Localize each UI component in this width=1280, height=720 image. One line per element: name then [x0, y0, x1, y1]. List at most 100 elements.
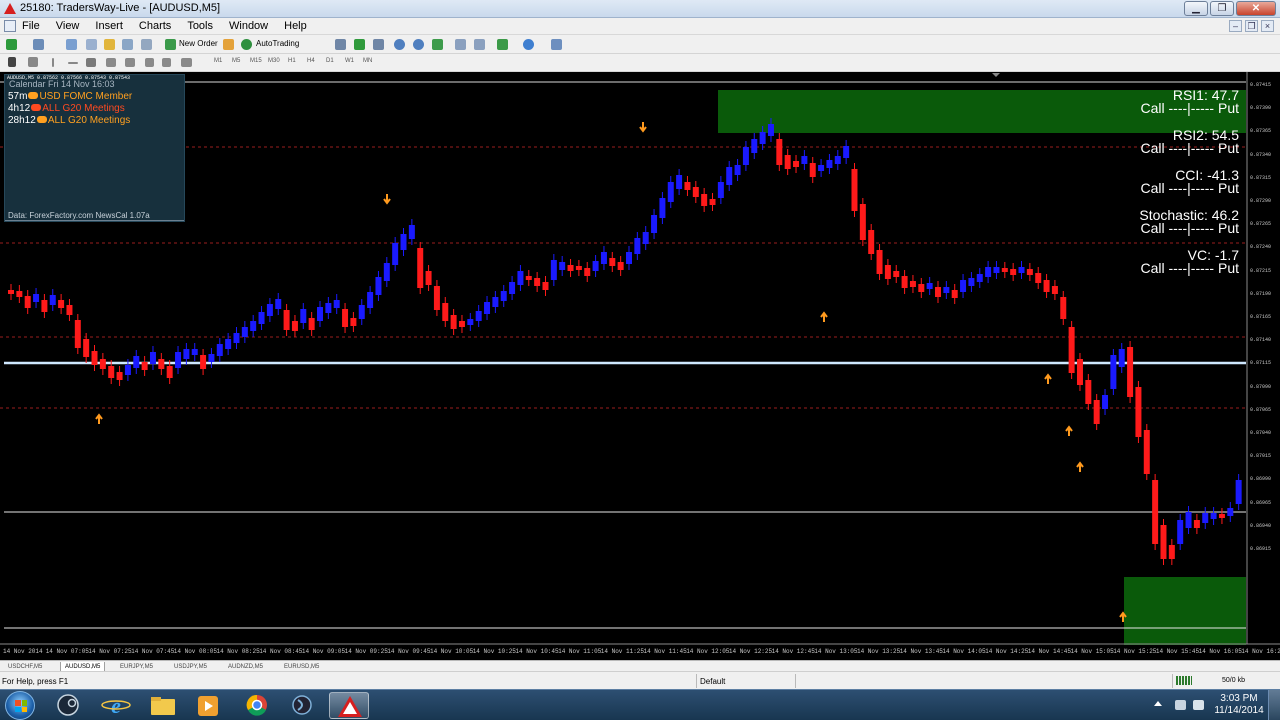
tile-windows-icon[interactable]	[432, 39, 443, 50]
metaeditor-icon[interactable]	[223, 39, 234, 50]
timeframe-m15[interactable]: M15	[250, 58, 262, 64]
status-bar: For Help, press F1 Default 50/0 kb	[0, 671, 1280, 689]
bullish-candle	[968, 278, 975, 286]
chart-canvas[interactable]	[0, 72, 1280, 660]
taskbar-steam[interactable]	[48, 692, 88, 719]
bearish-candle	[542, 282, 549, 290]
bullish-candle	[642, 232, 649, 244]
news-calendar-panel: AUDUSD,M5 0.87562 0.87566 0.87543 0.8754…	[4, 74, 185, 222]
close-button[interactable]: ✕	[1236, 1, 1276, 16]
taskbar-metatrader[interactable]	[329, 692, 369, 719]
profiles-icon[interactable]	[33, 39, 44, 50]
bearish-candle	[1068, 327, 1075, 373]
timeframe-m5[interactable]: M5	[232, 58, 240, 64]
svg-text:e: e	[111, 693, 121, 718]
bearish-candle	[1218, 514, 1225, 518]
timeframe-d1[interactable]: D1	[326, 58, 334, 64]
menu-tools[interactable]: Tools	[187, 20, 221, 32]
fibonacci-icon[interactable]	[125, 58, 135, 67]
crosshair-icon[interactable]	[28, 57, 38, 67]
chart-shift-marker	[992, 73, 1000, 77]
timeframe-mn[interactable]: MN	[363, 58, 372, 64]
new-order-icon[interactable]	[165, 39, 176, 50]
periods-icon[interactable]	[523, 39, 534, 50]
timeframe-h1[interactable]: H1	[288, 58, 296, 64]
connection-bars-icon[interactable]	[1176, 676, 1192, 685]
timeframe-w1[interactable]: W1	[345, 58, 354, 64]
zoom-out-icon[interactable]	[413, 39, 424, 50]
menu-view[interactable]: View	[56, 20, 88, 32]
maximize-button[interactable]: ❐	[1210, 1, 1234, 16]
start-button[interactable]	[5, 691, 35, 720]
templates-icon[interactable]	[551, 39, 562, 50]
bearish-candle	[1001, 268, 1008, 272]
arrows-icon[interactable]	[181, 58, 192, 67]
equidistant-channel-icon[interactable]	[106, 58, 116, 67]
data-window-icon[interactable]	[86, 39, 97, 50]
chart-document-icon[interactable]	[4, 20, 16, 32]
mdi-restore-button[interactable]: ❐	[1245, 20, 1258, 32]
autoscroll-icon[interactable]	[474, 39, 485, 50]
tray-expand-icon[interactable]	[1154, 701, 1162, 706]
bearish-candle	[575, 266, 582, 270]
show-desktop-button[interactable]	[1268, 690, 1280, 720]
bearish-candle	[442, 303, 449, 321]
taskbar-clock[interactable]: 3:03 PM 11/14/2014	[1213, 693, 1265, 717]
trendline-icon[interactable]	[86, 58, 96, 67]
indicators-icon[interactable]	[497, 39, 508, 50]
text-icon[interactable]	[145, 58, 154, 67]
time-axis-label: 14 Nov 07:25	[88, 648, 132, 655]
menu-help[interactable]: Help	[284, 20, 315, 32]
price-axis-label: 0.87215	[1250, 267, 1272, 274]
text-label-icon[interactable]	[162, 58, 171, 67]
autotrading-icon[interactable]	[241, 39, 252, 50]
taskbar-file-explorer[interactable]	[143, 692, 183, 719]
price-chart[interactable]: 0.87415 0.87390 0.87365 0.87340 0.87315 0.872…	[0, 72, 1280, 660]
new-chart-icon[interactable]	[6, 39, 17, 50]
minimize-button[interactable]: ▁	[1184, 1, 1208, 16]
time-axis-label: 14 Nov 08:25	[216, 648, 260, 655]
menu-file[interactable]: File	[22, 20, 48, 32]
timeframe-m1[interactable]: M1	[214, 58, 222, 64]
cursor-icon[interactable]	[8, 57, 16, 67]
strategy-tester-icon[interactable]	[141, 39, 152, 50]
line-chart-icon[interactable]	[373, 39, 384, 50]
menu-insert[interactable]: Insert	[95, 20, 131, 32]
timeframe-m30[interactable]: M30	[268, 58, 280, 64]
market-watch-icon[interactable]	[66, 39, 77, 50]
price-axis-label: 0.87340	[1250, 151, 1272, 158]
new-order-button[interactable]: New Order	[179, 39, 218, 48]
taskbar-internet-explorer[interactable]: e	[96, 692, 136, 719]
timeframe-h4[interactable]: H4	[307, 58, 315, 64]
chart-shift-icon[interactable]	[455, 39, 466, 50]
price-axis-label: 0.87015	[1250, 453, 1272, 460]
bullish-candle	[742, 147, 749, 165]
vertical-line-icon[interactable]	[52, 58, 54, 67]
menu-window[interactable]: Window	[229, 20, 276, 32]
navigator-icon[interactable]	[104, 39, 115, 50]
taskbar-app[interactable]	[282, 692, 322, 719]
taskbar-chrome[interactable]	[237, 692, 277, 719]
bar-chart-icon[interactable]	[335, 39, 346, 50]
price-axis-label: 0.87190	[1250, 290, 1272, 297]
autotrading-button[interactable]: AutoTrading	[256, 39, 299, 48]
mdi-close-button[interactable]: ×	[1261, 20, 1274, 32]
taskbar-media-player[interactable]	[188, 692, 228, 719]
bullish-candle	[367, 292, 374, 308]
folder-icon	[151, 697, 175, 715]
bullish-candle	[175, 352, 182, 368]
status-profile[interactable]: Default	[700, 677, 725, 686]
tray-network-icon[interactable]	[1175, 700, 1186, 710]
bearish-candle	[1060, 297, 1067, 319]
time-axis-label: 14 Nov 10:05	[430, 648, 474, 655]
terminal-icon[interactable]	[122, 39, 133, 50]
candlestick-icon[interactable]	[354, 39, 365, 50]
zoom-in-icon[interactable]	[394, 39, 405, 50]
mdi-minimize-button[interactable]: –	[1229, 20, 1242, 32]
bearish-candle	[83, 339, 90, 357]
tray-volume-icon[interactable]	[1193, 700, 1204, 710]
horizontal-line-icon[interactable]	[68, 62, 78, 64]
menu-charts[interactable]: Charts	[139, 20, 179, 32]
price-axis-label: 0.87315	[1250, 174, 1272, 181]
bearish-candle	[24, 296, 31, 308]
